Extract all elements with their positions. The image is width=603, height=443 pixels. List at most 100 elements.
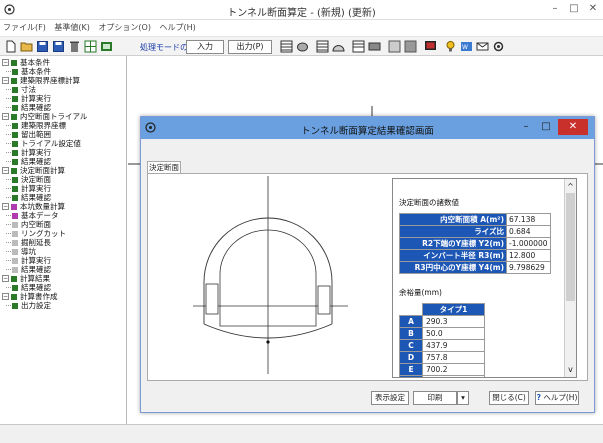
dialog-minimize-button[interactable]: – bbox=[516, 119, 536, 135]
menu-standard-values[interactable]: 基準値(K) bbox=[51, 20, 93, 33]
surplus-row: B 50.0 bbox=[399, 327, 485, 340]
tree-item[interactable]: − 基本条件 bbox=[2, 58, 125, 67]
tree-item[interactable]: 基本データ bbox=[6, 211, 125, 220]
tree-item[interactable]: − 建築限界座標計算 bbox=[2, 76, 125, 85]
tree-item-label: 本坑数量計算 bbox=[20, 202, 65, 211]
tree-connector bbox=[6, 224, 11, 225]
tree-item[interactable]: 計算実行 bbox=[6, 184, 125, 193]
save-icon[interactable] bbox=[36, 40, 49, 53]
web-icon[interactable]: W bbox=[460, 40, 473, 53]
surplus-row: A 290.3 bbox=[399, 315, 485, 328]
input-mode-button[interactable]: 入力 bbox=[186, 40, 224, 54]
mail-icon[interactable] bbox=[476, 40, 489, 53]
tree-node-icon bbox=[12, 177, 18, 183]
tree-item[interactable]: 内空断面 bbox=[6, 220, 125, 229]
tree-connector bbox=[6, 233, 11, 234]
new-file-icon[interactable] bbox=[4, 40, 17, 53]
tree-node-icon bbox=[12, 240, 18, 246]
scroll-up-icon[interactable]: ^ bbox=[566, 182, 575, 191]
print-preview-icon[interactable] bbox=[368, 40, 381, 53]
tree-item[interactable]: − 内空断面トライアル bbox=[2, 112, 125, 121]
chart-icon[interactable] bbox=[100, 40, 113, 53]
surplus-key: E bbox=[399, 363, 423, 376]
help-label: ヘルプ(H) bbox=[543, 393, 578, 402]
tree-item[interactable]: 計算実行 bbox=[6, 94, 125, 103]
display-settings-button[interactable]: 表示設定 bbox=[371, 391, 409, 405]
menu-help[interactable]: ヘルプ(H) bbox=[157, 20, 199, 33]
tree-item[interactable]: 計算実行 bbox=[6, 148, 125, 157]
list-icon[interactable] bbox=[388, 40, 401, 53]
tree-item[interactable]: 結果確認 bbox=[6, 103, 125, 112]
tree-item[interactable]: − 計算結果 bbox=[2, 274, 125, 283]
tree-connector bbox=[6, 89, 11, 90]
close-dialog-button[interactable]: 閉じる(C) bbox=[489, 391, 529, 405]
tree-item[interactable]: トライアル設定値 bbox=[6, 139, 125, 148]
help-bulb-icon[interactable] bbox=[444, 40, 457, 53]
scroll-thumb[interactable] bbox=[566, 193, 575, 301]
tree-item[interactable]: 建築限界座標 bbox=[6, 121, 125, 130]
property-value: -1.000000 bbox=[506, 237, 551, 250]
table2-icon[interactable] bbox=[316, 40, 329, 53]
report-icon[interactable] bbox=[352, 40, 365, 53]
tree-item[interactable]: 結果確認 bbox=[6, 265, 125, 274]
tree-connector bbox=[6, 107, 11, 108]
tree-item[interactable]: − 本坑数量計算 bbox=[2, 202, 125, 211]
panel-scrollbar[interactable]: ^ v bbox=[564, 179, 576, 377]
scroll-down-icon[interactable]: v bbox=[566, 365, 575, 374]
tree-item[interactable]: 結果確認 bbox=[6, 193, 125, 202]
tree-item[interactable]: 結果確認 bbox=[6, 283, 125, 292]
output-mode-button[interactable]: 出力(P) bbox=[228, 40, 272, 54]
grid-icon[interactable] bbox=[84, 40, 97, 53]
tree-expander-icon[interactable]: − bbox=[2, 293, 9, 300]
block-icon[interactable] bbox=[404, 40, 417, 53]
tree-connector bbox=[6, 242, 11, 243]
tree-item[interactable]: 寸法 bbox=[6, 85, 125, 94]
close-button[interactable]: ✕ bbox=[582, 2, 603, 16]
tree-expander-icon[interactable]: − bbox=[2, 203, 9, 210]
tree-node-icon bbox=[12, 222, 18, 228]
save-as-icon[interactable] bbox=[52, 40, 65, 53]
tunnel-view-icon[interactable] bbox=[296, 40, 309, 53]
monitor-icon[interactable] bbox=[424, 40, 437, 53]
settings-icon[interactable] bbox=[492, 40, 505, 53]
tree-item[interactable]: 出力設定 bbox=[6, 301, 125, 310]
dialog-titlebar[interactable]: トンネル断面算定結果確認画面 – □ ✕ bbox=[141, 117, 594, 139]
tree-expander-icon[interactable]: − bbox=[2, 77, 9, 84]
tree-item-label: 計算実行 bbox=[21, 148, 51, 157]
tree-item[interactable]: 決定断面 bbox=[6, 175, 125, 184]
tree-item[interactable]: 留出範囲 bbox=[6, 130, 125, 139]
tree-node-icon bbox=[12, 231, 18, 237]
tree-expander-icon[interactable]: − bbox=[2, 59, 9, 66]
dialog-maximize-button[interactable]: □ bbox=[536, 119, 556, 135]
print-dropdown-icon[interactable]: ▾ bbox=[457, 391, 469, 405]
tree-item[interactable]: − 決定断面計算 bbox=[2, 166, 125, 175]
section-icon[interactable] bbox=[332, 40, 345, 53]
tree-item-label: 結果確認 bbox=[21, 283, 51, 292]
tree-item[interactable]: 掘削延長 bbox=[6, 238, 125, 247]
property-label: インバート半径 R3(m) bbox=[399, 249, 507, 262]
dialog-close-button[interactable]: ✕ bbox=[558, 119, 588, 135]
surplus-value: 50.0 bbox=[422, 327, 485, 340]
tree-item[interactable]: 計算実行 bbox=[6, 256, 125, 265]
tree-expander-icon[interactable]: − bbox=[2, 275, 9, 282]
print-button[interactable]: 印刷 bbox=[413, 391, 457, 405]
menu-file[interactable]: ファイル(F) bbox=[0, 20, 49, 33]
table-icon[interactable] bbox=[280, 40, 293, 53]
tree-item[interactable]: リングカット bbox=[6, 229, 125, 238]
open-folder-icon[interactable] bbox=[20, 40, 33, 53]
surplus-value: 700.2 bbox=[422, 363, 485, 376]
surplus-key: A bbox=[399, 315, 423, 328]
tree-item[interactable]: − 計算書作成 bbox=[2, 292, 125, 301]
tree-expander-icon[interactable]: − bbox=[2, 167, 9, 174]
delete-icon[interactable] bbox=[68, 40, 81, 53]
surplus-key: C bbox=[399, 339, 423, 352]
help-button[interactable]: ? ヘルプ(H) bbox=[535, 391, 579, 405]
tree-expander-icon[interactable]: − bbox=[2, 113, 9, 120]
svg-text:W: W bbox=[462, 44, 468, 51]
tree-item[interactable]: 結果確認 bbox=[6, 157, 125, 166]
tree-connector bbox=[6, 134, 11, 135]
menu-options[interactable]: オプション(O) bbox=[95, 20, 154, 33]
tree-node-icon bbox=[11, 78, 17, 84]
tree-item[interactable]: 導坑 bbox=[6, 247, 125, 256]
tree-item[interactable]: 基本条件 bbox=[6, 67, 125, 76]
